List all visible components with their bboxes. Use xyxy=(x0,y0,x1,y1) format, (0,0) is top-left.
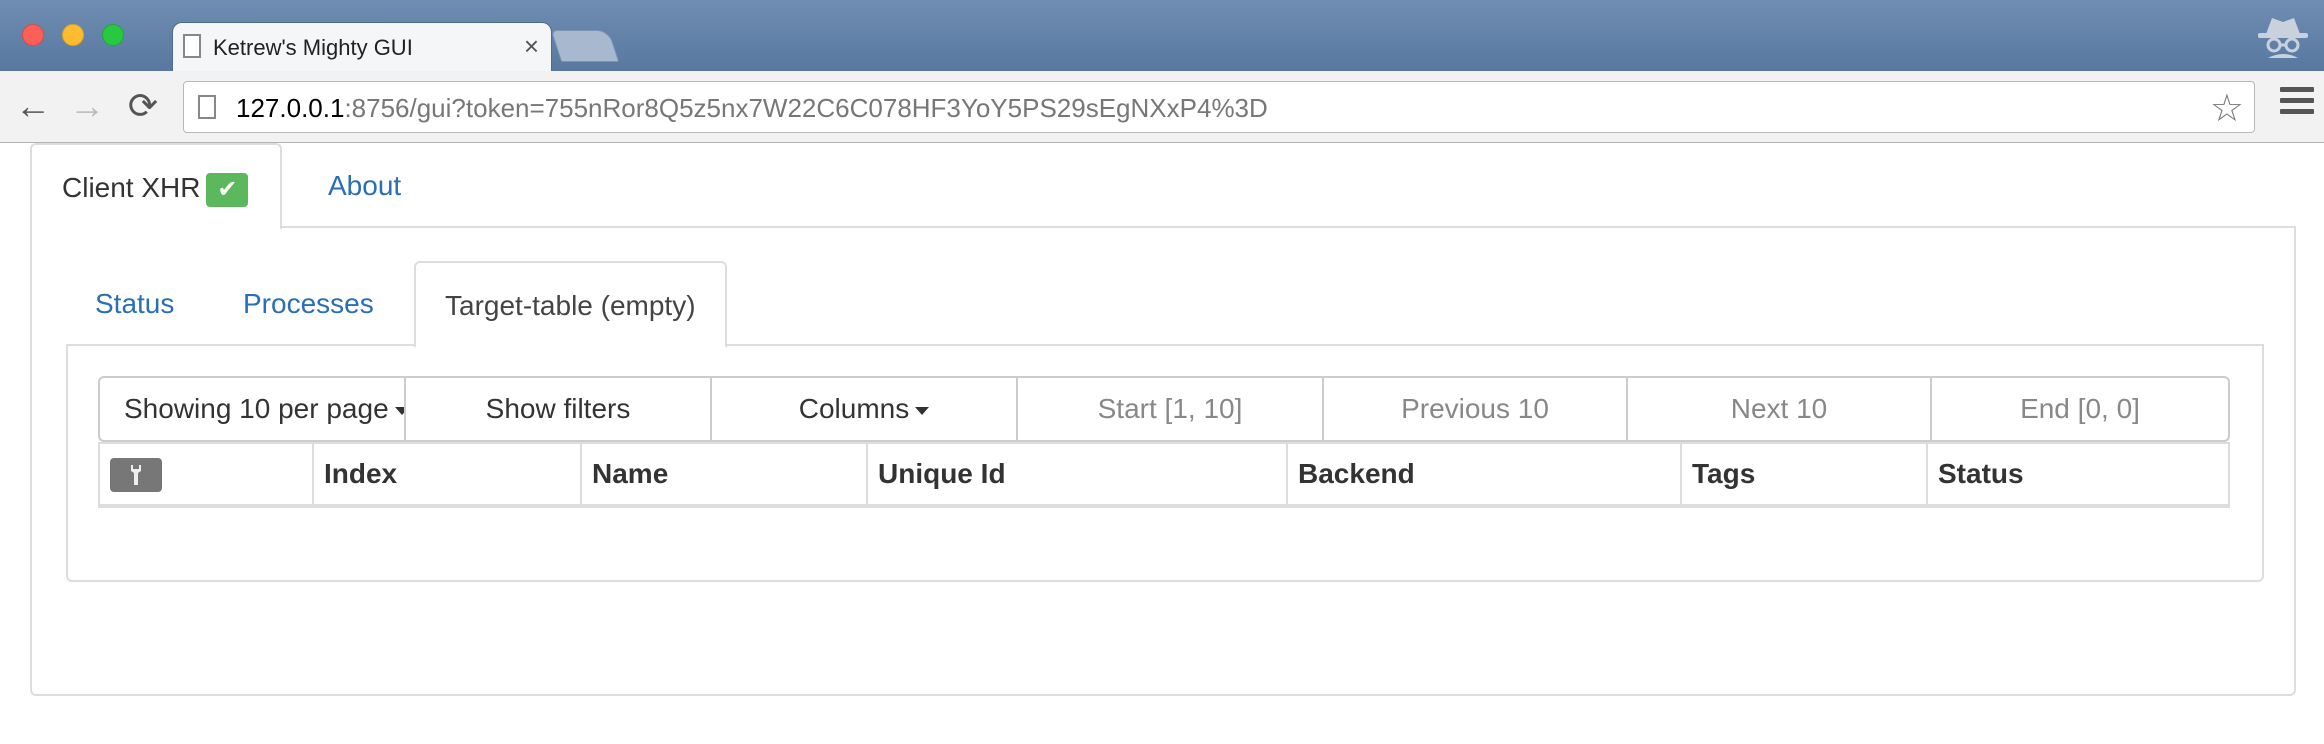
tab-client-xhr-label: Client XHR xyxy=(62,172,201,203)
header-unique-id[interactable]: Unique Id xyxy=(866,444,1286,504)
bookmark-star-icon[interactable]: ☆ xyxy=(2210,86,2244,131)
wrench-icon[interactable] xyxy=(110,458,162,492)
caret-down-icon xyxy=(915,406,930,415)
columns-dropdown[interactable]: Columns xyxy=(710,376,1018,442)
page-content: Client XHR ✔ About Status Processes Targe… xyxy=(0,143,2324,744)
next-button[interactable]: Next 10 xyxy=(1626,376,1932,442)
sub-tabs: Status Processes Target-table (empty) xyxy=(66,261,2264,348)
per-page-dropdown[interactable]: Showing 10 per page xyxy=(98,376,406,442)
window-zoom-button[interactable] xyxy=(102,24,124,46)
per-page-label: Showing 10 per page xyxy=(124,393,389,424)
start-button[interactable]: Start [1, 10] xyxy=(1016,376,1324,442)
window-minimize-button[interactable] xyxy=(62,24,84,46)
tab-client-xhr[interactable]: Client XHR ✔ xyxy=(30,143,282,230)
columns-label: Columns xyxy=(798,393,910,424)
window-close-button[interactable] xyxy=(22,24,44,46)
browser-toolbar: ← → ⟳ 127.0.0.1:8756/gui?token=755nRor8Q… xyxy=(0,71,2324,143)
tab-processes[interactable]: Processes xyxy=(214,261,403,348)
close-tab-icon[interactable]: × xyxy=(524,31,539,62)
browser-tab-title: Ketrew's Mighty GUI xyxy=(213,35,413,60)
table-controls: Showing 10 per page Show filters Columns… xyxy=(98,376,2230,442)
tab-about[interactable]: About xyxy=(298,143,431,230)
document-icon xyxy=(183,34,201,58)
menu-bar xyxy=(2280,109,2314,114)
target-table-panel: Showing 10 per page Show filters Columns… xyxy=(66,346,2264,582)
url-text[interactable]: 127.0.0.1:8756/gui?token=755nRor8Q5z5nx7… xyxy=(236,93,1268,124)
tab-status[interactable]: Status xyxy=(66,261,203,348)
tab-target-table[interactable]: Target-table (empty) xyxy=(414,261,727,348)
url-host: 127.0.0.1 xyxy=(236,93,345,123)
header-index[interactable]: Index xyxy=(312,444,580,504)
menu-bar xyxy=(2280,98,2314,103)
new-tab-button[interactable] xyxy=(550,30,620,62)
browser-tab[interactable]: Ketrew's Mighty GUI × xyxy=(172,22,552,72)
client-panel: Status Processes Target-table (empty) Sh… xyxy=(30,228,2296,696)
header-backend[interactable]: Backend xyxy=(1286,444,1680,504)
browser-titlebar: Ketrew's Mighty GUI × xyxy=(0,0,2324,72)
table-header: Index Name Unique Id Backend Tags Status xyxy=(98,442,2230,508)
menu-bar xyxy=(2280,87,2314,92)
reload-button[interactable]: ⟳ xyxy=(120,83,166,129)
page-icon xyxy=(198,95,216,119)
end-button[interactable]: End [0, 0] xyxy=(1930,376,2230,442)
address-bar[interactable]: 127.0.0.1:8756/gui?token=755nRor8Q5z5nx7… xyxy=(183,81,2255,133)
previous-button[interactable]: Previous 10 xyxy=(1322,376,1628,442)
show-filters-button[interactable]: Show filters xyxy=(404,376,712,442)
header-tools-cell xyxy=(100,444,312,504)
header-name[interactable]: Name xyxy=(580,444,866,504)
back-button[interactable]: ← xyxy=(10,83,56,129)
top-tabs: Client XHR ✔ About xyxy=(30,143,2296,230)
connected-check-icon: ✔ xyxy=(206,172,249,207)
forward-button[interactable]: → xyxy=(64,83,110,129)
header-status[interactable]: Status xyxy=(1926,444,2228,504)
header-tags[interactable]: Tags xyxy=(1680,444,1926,504)
browser-menu-button[interactable] xyxy=(2280,87,2314,127)
url-path: :8756/gui?token=755nRor8Q5z5nx7W22C6C078… xyxy=(344,93,1268,123)
incognito-icon xyxy=(2258,18,2308,58)
